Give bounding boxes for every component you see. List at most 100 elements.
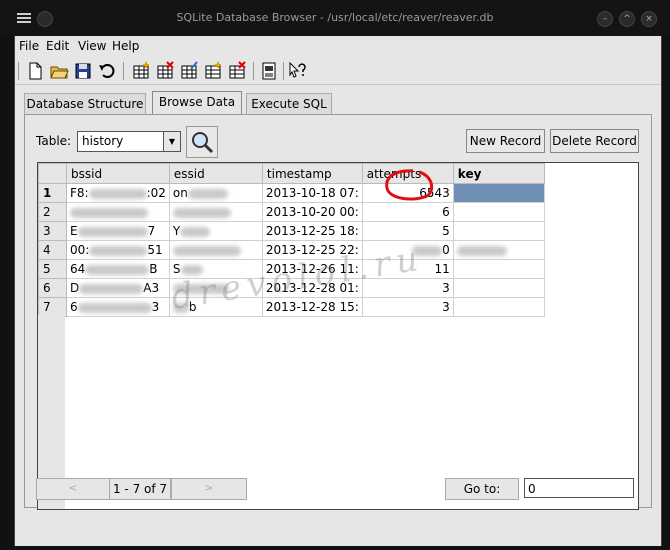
table-label: Table: [36,134,72,148]
row-number[interactable]: 4 [38,240,67,260]
redacted-text [85,264,150,275]
header-row: bssid essid timestamp attempts key [38,163,545,184]
cell-bssid[interactable] [66,202,170,222]
column-header-timestamp[interactable]: timestamp [261,163,363,184]
cell-bssid[interactable]: 63 [66,297,170,317]
cell-bssid[interactable]: 00: 51 [66,240,170,260]
cell-key[interactable] [452,259,545,279]
search-button[interactable] [186,126,218,158]
magnifier-icon [192,132,214,154]
row-number[interactable]: 3 [38,221,67,241]
data-grid[interactable]: bssid essid timestamp attempts key 1 F8:… [37,162,639,510]
table-row[interactable]: 3 E7 Y 2013-12-25 18: 5 [38,221,545,241]
column-header-key[interactable]: key [452,163,545,184]
new-database-icon[interactable] [25,61,45,81]
cell-attempts[interactable]: 5 [361,221,454,241]
open-database-icon[interactable] [49,61,69,81]
column-header-essid[interactable]: essid [168,163,263,184]
tab-browse-data[interactable]: Browse Data [152,91,242,115]
next-page-button[interactable]: > [171,478,247,500]
cell-bssid-end: 3 [151,300,160,314]
cell-bssid[interactable]: D A3 [66,278,170,298]
table-row[interactable]: 4 00: 51 2013-12-25 22: 0 [38,240,545,260]
cell-attempts[interactable]: 3 [361,297,454,317]
title-bar: SQLite Database Browser - /usr/local/etc… [0,0,670,36]
cell-essid[interactable]: on [168,183,263,203]
save-icon[interactable] [73,61,93,81]
row-number[interactable]: 7 [38,297,67,317]
window-title: SQLite Database Browser - /usr/local/etc… [176,11,494,24]
cell-bssid[interactable]: F8::02 [66,183,170,203]
tab-execute-sql[interactable]: Execute SQL [246,93,332,114]
cell-key-selected[interactable] [452,183,545,203]
cell-timestamp[interactable]: 2013-12-25 18: [261,221,363,241]
menu-file[interactable]: File [19,39,39,53]
cell-key[interactable] [452,297,545,317]
menu-view[interactable]: View [78,39,106,53]
cell-essid[interactable] [168,240,263,260]
tab-database-structure[interactable]: Database Structure [24,93,146,114]
goto-button[interactable]: Go to: [445,478,519,500]
cell-key[interactable] [452,202,545,222]
cell-bssid-start: 6 [70,300,78,314]
cell-essid-text: Y [172,224,181,238]
redacted-text [88,188,147,199]
sql-log-icon[interactable] [259,61,279,81]
create-table-icon[interactable] [131,61,151,81]
row-number[interactable]: 1 [38,183,67,203]
goto-input[interactable]: 0 [524,478,634,498]
row-number[interactable]: 6 [38,278,67,298]
row-number[interactable]: 5 [38,259,67,279]
delete-table-icon[interactable] [155,61,175,81]
cell-bssid[interactable]: 64 B [66,259,170,279]
menu-edit[interactable]: Edit [46,39,69,53]
toolbar [15,58,661,85]
redacted-text [70,207,148,218]
cell-attempts[interactable]: 6 [361,202,454,222]
cell-key[interactable] [452,278,545,298]
redacted-text [180,226,211,237]
cell-bssid-end: 7 [147,224,156,238]
table-row[interactable]: 7 63 b 2013-12-28 15: 3 [38,297,545,317]
cell-bssid-start: 00: [70,243,90,257]
modify-table-icon[interactable] [179,61,199,81]
delete-index-icon[interactable] [227,61,247,81]
cell-key[interactable] [452,240,545,260]
cell-bssid[interactable]: E7 [66,221,170,241]
table-row[interactable]: 1 F8::02 on 2013-10-18 07: 6543 [38,183,545,203]
column-header-bssid[interactable]: bssid [66,163,170,184]
table-row[interactable]: 2 2013-10-20 00: 6 [38,202,545,222]
maximize-icon[interactable]: ^ [619,11,635,27]
cell-timestamp[interactable]: 2013-10-20 00: [261,202,363,222]
status-bar [15,512,661,542]
cell-essid[interactable]: Y [168,221,263,241]
table-select-value: history [82,134,124,148]
cell-attempts-text: 0 [442,243,450,257]
new-record-button[interactable]: New Record [466,129,545,153]
cell-bssid-end: A3 [143,281,160,295]
row-number[interactable]: 2 [38,202,67,222]
cell-key[interactable] [452,221,545,241]
cell-bssid-start: 64 [70,262,86,276]
table-select[interactable]: history ▼ [77,131,181,152]
whats-this-icon[interactable] [287,61,307,81]
cell-bssid-start: E [70,224,78,238]
create-index-icon[interactable] [203,61,223,81]
menu-help[interactable]: Help [112,39,139,53]
cell-essid-text: on [172,186,188,200]
close-icon[interactable]: × [641,11,657,27]
cell-essid-text: S [172,262,181,276]
chevron-down-icon[interactable]: ▼ [163,132,180,151]
redacted-text [89,245,148,256]
redacted-text [77,226,148,237]
cell-bssid-end: :02 [146,186,166,200]
minimize-icon[interactable]: – [597,11,613,27]
record-count-label: 1 - 7 of 7 [109,478,171,500]
previous-page-button[interactable]: < [36,478,110,500]
undo-icon[interactable] [97,61,117,81]
redacted-text [187,188,228,199]
cell-timestamp[interactable]: 2013-10-18 07: [261,183,363,203]
delete-record-button[interactable]: Delete Record [550,129,639,153]
red-highlight-circle [385,169,434,201]
cell-essid[interactable] [168,202,263,222]
